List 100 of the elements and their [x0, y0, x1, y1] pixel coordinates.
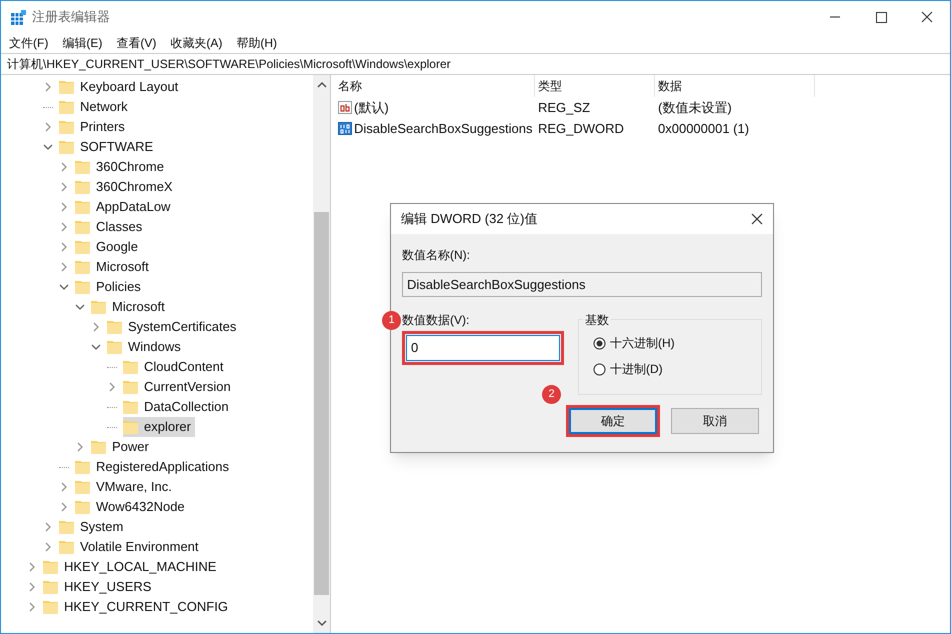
- collapse-chevron-icon[interactable]: [91, 342, 101, 352]
- tree-item[interactable]: SOFTWARE: [80, 137, 154, 157]
- expand-chevron-icon[interactable]: [59, 162, 69, 172]
- field-label: 数值名称(N):: [402, 247, 471, 264]
- expand-chevron-icon[interactable]: [59, 242, 69, 252]
- folder-icon: [59, 80, 74, 94]
- folder-icon: [123, 380, 138, 394]
- tree-item[interactable]: Windows: [128, 337, 181, 357]
- tree-item[interactable]: Microsoft: [112, 297, 165, 317]
- field-label: 数值数据(V):: [402, 312, 470, 329]
- collapse-chevron-icon[interactable]: [59, 282, 69, 292]
- radio-button[interactable]: [593, 362, 606, 376]
- tree-item[interactable]: HKEY_CURRENT_CONFIG: [64, 597, 228, 617]
- menu-item[interactable]: 编辑(E): [62, 34, 102, 52]
- expand-chevron-icon[interactable]: [43, 542, 53, 552]
- dialog-title: 编辑 DWORD (32 位)值: [401, 210, 538, 228]
- folder-icon: [75, 500, 90, 514]
- expand-chevron-icon[interactable]: [43, 82, 53, 92]
- scrollbar[interactable]: [313, 75, 330, 633]
- address-bar[interactable]: 计算机\HKEY_CURRENT_USER\SOFTWARE\Policies\Microsoft\Windows\explorer: [7, 55, 451, 73]
- tree-item[interactable]: CloudContent: [144, 357, 224, 377]
- tree-item[interactable]: RegisteredApplications: [96, 457, 229, 477]
- folder-icon: [75, 480, 90, 494]
- tree-item[interactable]: Google: [96, 237, 138, 257]
- tree-item[interactable]: VMware, Inc.: [96, 477, 172, 497]
- expand-chevron-icon[interactable]: [43, 122, 53, 132]
- tree-item[interactable]: Network: [80, 97, 128, 117]
- expand-chevron-icon[interactable]: [75, 442, 85, 452]
- folder-icon: [75, 200, 90, 214]
- name-field: DisableSearchBoxSuggestions: [402, 272, 762, 297]
- scroll-thumb[interactable]: [314, 212, 329, 595]
- column-header[interactable]: 数据: [658, 77, 682, 95]
- tree-item[interactable]: CurrentVersion: [144, 377, 231, 397]
- expand-chevron-icon[interactable]: [27, 582, 37, 592]
- tree-item[interactable]: Policies: [96, 277, 141, 297]
- value-data-field[interactable]: 0: [406, 335, 560, 361]
- folder-icon: [75, 260, 90, 274]
- expand-chevron-icon[interactable]: [59, 222, 69, 232]
- menu-item[interactable]: 查看(V): [116, 34, 156, 52]
- folder-icon: [59, 120, 74, 134]
- column-header[interactable]: 名称: [338, 77, 362, 95]
- tree-item[interactable]: HKEY_LOCAL_MACHINE: [64, 557, 216, 577]
- tree-item[interactable]: AppDataLow: [96, 197, 170, 217]
- scroll-down-icon[interactable]: [316, 619, 326, 627]
- expand-chevron-icon[interactable]: [27, 562, 37, 572]
- menu-item[interactable]: 帮助(H): [236, 34, 277, 52]
- expand-chevron-icon[interactable]: [43, 522, 53, 532]
- step-badge: 1: [382, 311, 401, 330]
- expand-chevron-icon[interactable]: [27, 602, 37, 612]
- tree-item[interactable]: Printers: [80, 117, 125, 137]
- expand-chevron-icon[interactable]: [59, 182, 69, 192]
- expand-chevron-icon[interactable]: [107, 382, 117, 392]
- folder-icon: [75, 220, 90, 234]
- collapse-chevron-icon[interactable]: [43, 142, 53, 152]
- radio-label[interactable]: 十进制(D): [610, 360, 663, 378]
- scroll-up-icon[interactable]: [316, 81, 326, 89]
- group-label: 基数: [583, 311, 611, 329]
- close-icon[interactable]: [751, 213, 763, 225]
- menu-item[interactable]: 收藏夹(A): [170, 34, 222, 52]
- tree-item[interactable]: Keyboard Layout: [80, 77, 178, 97]
- binary-value-icon: [338, 121, 352, 136]
- tree-item[interactable]: 360Chrome: [96, 157, 164, 177]
- radio-label[interactable]: 十六进制(H): [610, 334, 675, 352]
- radio-button[interactable]: [593, 336, 606, 350]
- folder-icon: [123, 420, 138, 434]
- tree-item[interactable]: Classes: [96, 217, 142, 237]
- tree-item[interactable]: Volatile Environment: [80, 537, 199, 557]
- folder-icon: [107, 340, 122, 354]
- tree-item[interactable]: SystemCertificates: [128, 317, 236, 337]
- folder-icon: [59, 520, 74, 534]
- folder-icon: [59, 540, 74, 554]
- folder-icon: [59, 100, 74, 114]
- tree-item[interactable]: DataCollection: [144, 397, 229, 417]
- folder-icon: [91, 440, 106, 454]
- folder-icon: [75, 160, 90, 174]
- folder-icon: [75, 460, 90, 474]
- ok-button[interactable]: 确定: [569, 408, 657, 434]
- folder-icon: [43, 600, 58, 614]
- tree-item[interactable]: Power: [112, 437, 149, 457]
- menu-item[interactable]: 文件(F): [9, 34, 48, 52]
- folder-icon: [43, 560, 58, 574]
- column-header[interactable]: 类型: [538, 77, 562, 95]
- tree-item[interactable]: Microsoft: [96, 257, 149, 277]
- tree-item[interactable]: Wow6432Node: [96, 497, 185, 517]
- app-icon: [11, 10, 26, 24]
- table-cell[interactable]: (默认): [354, 98, 389, 118]
- tree-item[interactable]: System: [80, 517, 124, 537]
- expand-chevron-icon[interactable]: [59, 262, 69, 272]
- expand-chevron-icon[interactable]: [59, 482, 69, 492]
- expand-chevron-icon[interactable]: [91, 322, 101, 332]
- folder-icon: [75, 240, 90, 254]
- expand-chevron-icon[interactable]: [59, 502, 69, 512]
- folder-icon: [91, 300, 106, 314]
- tree-item[interactable]: 360ChromeX: [96, 177, 173, 197]
- folder-icon: [75, 280, 90, 294]
- cancel-button[interactable]: 取消: [671, 408, 759, 434]
- collapse-chevron-icon[interactable]: [75, 302, 85, 312]
- tree-item[interactable]: HKEY_USERS: [64, 577, 152, 597]
- table-cell[interactable]: DisableSearchBoxSuggestions: [354, 118, 532, 138]
- expand-chevron-icon[interactable]: [59, 202, 69, 212]
